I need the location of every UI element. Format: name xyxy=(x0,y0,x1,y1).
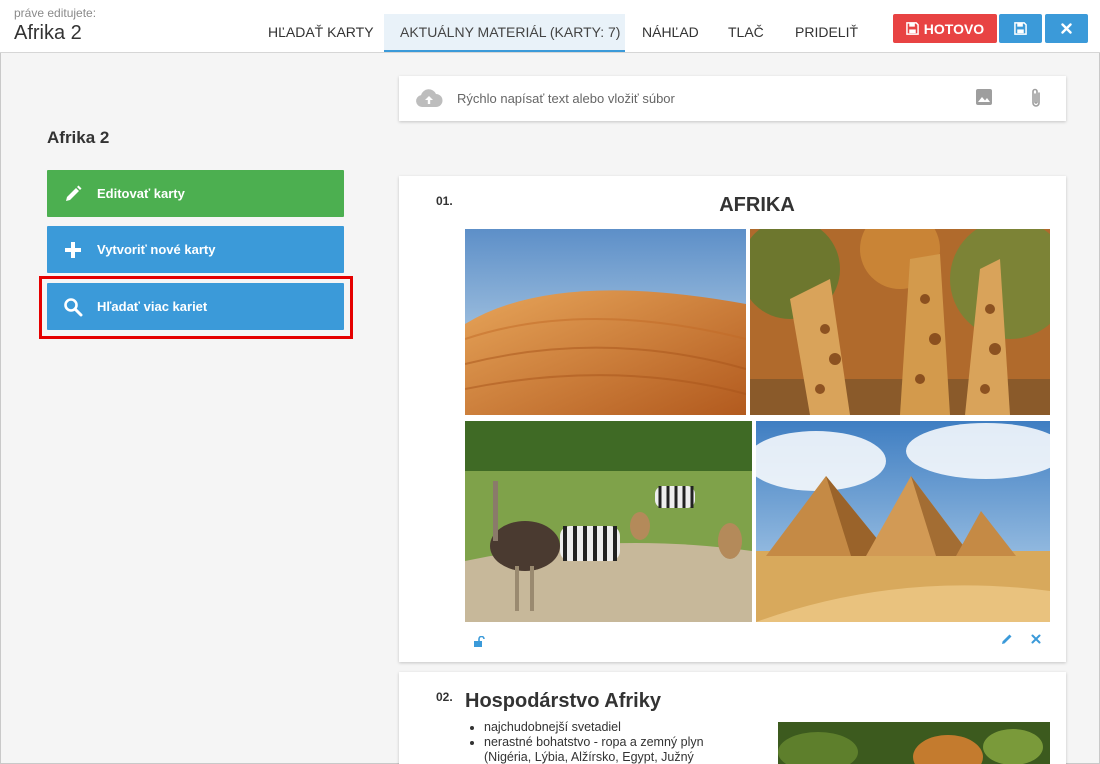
plus-icon xyxy=(65,241,81,258)
tab-current-material[interactable]: AKTUÁLNY MATERIÁL (KARTY: 7) xyxy=(384,14,625,52)
done-button[interactable]: HOTOVO xyxy=(893,14,997,43)
floppy-icon xyxy=(1014,22,1027,35)
card-2[interactable]: 02. Hospodárstvo Afriky najchudobnejší s… xyxy=(399,672,1066,764)
cloud-upload-icon xyxy=(416,89,443,107)
create-cards-button[interactable]: Vytvoriť nové karty xyxy=(47,226,344,273)
create-cards-label: Vytvoriť nové karty xyxy=(97,242,216,257)
card-title: Hospodárstvo Afriky xyxy=(465,690,661,712)
pencil-icon[interactable] xyxy=(1001,633,1013,645)
giraffes-image xyxy=(750,229,1050,415)
quick-input[interactable]: Rýchlo napísať text alebo vložiť súbor xyxy=(399,76,1066,121)
tab-search-cards[interactable]: HĽADAŤ KARTY xyxy=(252,14,390,52)
unlock-icon[interactable] xyxy=(473,636,485,648)
edit-cards-button[interactable]: Editovať karty xyxy=(47,170,344,217)
list-item: (Nigéria, Lýbia, Alžírsko, Egypt, Južný xyxy=(484,750,694,764)
close-button[interactable] xyxy=(1045,14,1088,43)
edit-cards-label: Editovať karty xyxy=(97,186,185,201)
image-icon[interactable] xyxy=(975,88,993,106)
card-number: 02. xyxy=(436,690,453,704)
sidebar-title: Afrika 2 xyxy=(47,128,110,147)
top-bar: práve editujete: Afrika 2 HĽADAŤ KARTY A… xyxy=(0,0,1100,53)
editing-label: práve editujete: xyxy=(14,6,97,20)
list-item: najchudobnejší svetadiel xyxy=(484,720,764,735)
search-more-cards-label: Hľadať viac kariet xyxy=(97,299,208,314)
quick-input-placeholder: Rýchlo napísať text alebo vložiť súbor xyxy=(457,91,675,106)
pencil-icon xyxy=(66,185,82,201)
document-title: Afrika 2 xyxy=(14,22,82,44)
ostrich-zebras-image xyxy=(465,421,752,622)
tab-print[interactable]: TLAČ xyxy=(712,14,780,52)
pyramids-image xyxy=(756,421,1050,622)
paperclip-icon[interactable] xyxy=(1029,87,1043,109)
bullet-list: najchudobnejší svetadiel nerastné bohats… xyxy=(484,720,764,764)
desert-image xyxy=(465,229,746,415)
tab-preview[interactable]: NÁHĽAD xyxy=(626,14,715,52)
card-title: AFRIKA xyxy=(719,194,795,216)
tab-assign[interactable]: PRIDELIŤ xyxy=(779,14,874,52)
close-icon xyxy=(1061,23,1072,34)
card-number: 01. xyxy=(436,194,453,208)
search-more-cards-button[interactable]: Hľadať viac kariet xyxy=(47,283,344,330)
save-button[interactable] xyxy=(999,14,1042,43)
search-icon xyxy=(64,297,83,316)
done-label: HOTOVO xyxy=(923,20,985,37)
card-1[interactable]: 01. AFRIKA xyxy=(399,176,1066,662)
list-item: nerastné bohatstvo - ropa a zemný plyn xyxy=(484,735,764,750)
close-icon[interactable] xyxy=(1031,634,1041,644)
economy-image xyxy=(778,722,1050,764)
floppy-icon xyxy=(905,22,919,35)
